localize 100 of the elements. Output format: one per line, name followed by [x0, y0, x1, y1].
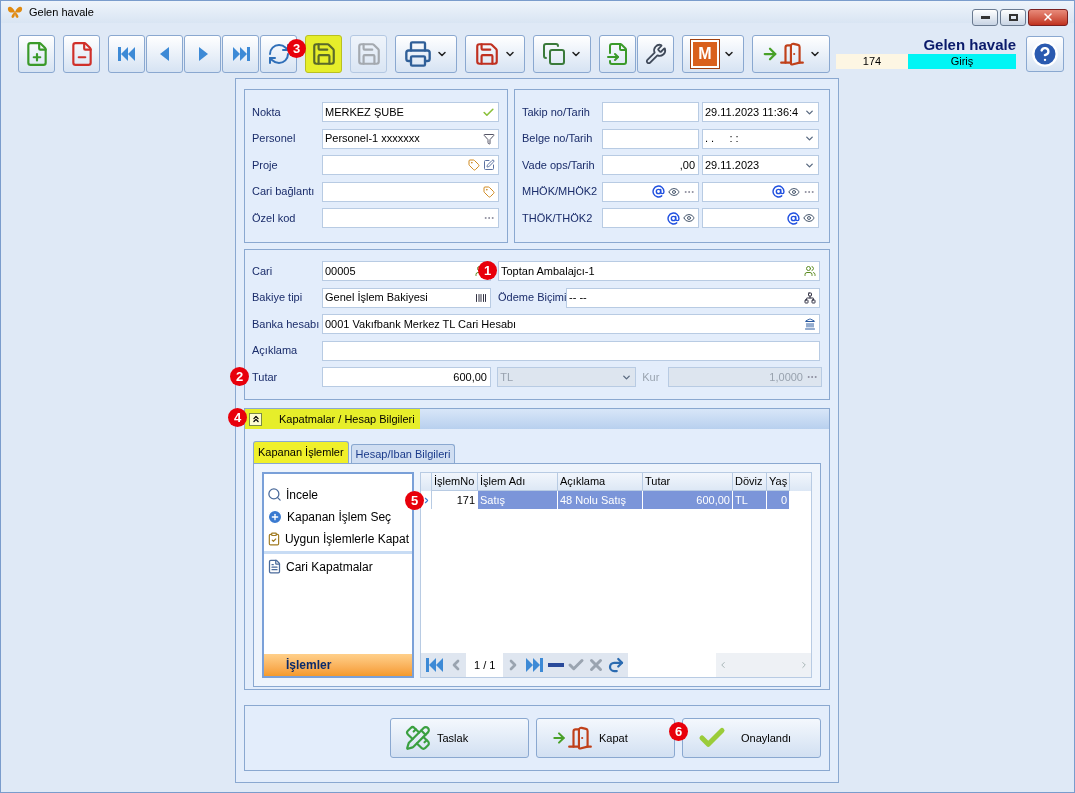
field-label: Cari: [252, 263, 274, 279]
help-button[interactable]: [1026, 36, 1064, 72]
action-item[interactable]: Kapanan İşlem Seç: [267, 507, 409, 526]
pdf-save-icon: [474, 41, 500, 67]
input-field[interactable]: Toptan Ambalajcı-1: [498, 261, 820, 281]
ruler-pencil-icon: [405, 725, 431, 751]
input-field[interactable]: Personel-1 xxxxxxx: [322, 128, 499, 149]
import-document-icon: [605, 42, 630, 66]
toolbar-button[interactable]: [63, 35, 100, 73]
exit-door-icon: [551, 725, 593, 751]
at-sign-icon: [652, 185, 665, 198]
input-field[interactable]: -- --: [566, 287, 820, 308]
help-icon: [1031, 40, 1059, 68]
input-field[interactable]: ,00: [602, 155, 699, 175]
field-label: Takip no/Tarih: [522, 104, 591, 120]
butterfly-icon: [7, 5, 23, 19]
input-field[interactable]: 0001 Vakıfbank Merkez TL Cari Hesabı: [322, 314, 820, 334]
scroll-right-icon: [799, 660, 809, 670]
input-field[interactable]: Genel İşlem Bakiyesi: [322, 287, 491, 308]
table-cell: 600,00: [643, 491, 733, 509]
logo-button[interactable]: M: [682, 35, 744, 73]
copy-icon: [542, 42, 566, 66]
table-cell: 48 Nolu Satış: [558, 491, 643, 509]
dropdown-caret-icon: [804, 133, 815, 144]
bank-icon: [804, 318, 816, 330]
callout-badge: 2: [230, 367, 249, 386]
input-field[interactable]: 29.11.2023 11:36:4: [702, 102, 819, 122]
print-icon: [404, 40, 432, 68]
toolbar-button[interactable]: [305, 35, 342, 73]
table-cell: 0: [767, 491, 790, 509]
first-record-icon: [115, 44, 138, 64]
barcode-icon: [475, 291, 487, 304]
tree-icon: [804, 291, 816, 304]
collapse-chevron-icon: [250, 414, 261, 424]
tab[interactable]: Kapanan İşlemler: [253, 441, 349, 463]
people-icon: [804, 265, 816, 277]
input-field[interactable]: 29.11.2023: [702, 155, 819, 175]
inspect-icon: [267, 487, 282, 502]
table-cell: TL: [733, 491, 767, 509]
toolbar-button[interactable]: [465, 35, 525, 73]
input-field[interactable]: [602, 208, 699, 228]
input-field[interactable]: [322, 181, 499, 202]
input-field[interactable]: [602, 181, 699, 202]
save-icon: [355, 41, 382, 67]
field-label: Nokta: [252, 104, 282, 120]
table-row[interactable]: 171 Satış 48 Nolu Satış 600,00 TL 0: [421, 491, 811, 509]
tag-icon: [468, 159, 480, 171]
input-field[interactable]: [322, 340, 820, 361]
tag-icon: [483, 185, 495, 198]
field-label: Proje: [252, 157, 279, 173]
close-button[interactable]: [1028, 8, 1068, 26]
edit-icon: [483, 159, 495, 171]
field-label: Banka hesabı: [252, 316, 321, 332]
field-label: Ödeme Biçimi: [498, 290, 566, 306]
clipboard-check-icon: [267, 530, 281, 547]
input-field[interactable]: [602, 128, 699, 149]
form-title: Gelen havale: [923, 36, 1016, 54]
group-header[interactable]: Kapatmalar / Hesap Bilgileri: [245, 409, 829, 429]
toolbar-button[interactable]: [533, 35, 591, 73]
tab[interactable]: Hesap/Iban Bilgileri: [350, 444, 456, 463]
wrench-icon: [644, 43, 667, 65]
callout-badge: 4: [228, 408, 247, 427]
action-button[interactable]: Taslak: [390, 718, 529, 758]
minus-icon: [548, 663, 565, 667]
action-item[interactable]: Cari Kapatmalar: [267, 557, 409, 576]
save-icon: [310, 41, 337, 67]
action-button[interactable]: Onaylandı: [682, 718, 821, 758]
refresh-icon: [266, 42, 291, 66]
input-field[interactable]: [322, 155, 499, 175]
eye-icon: [788, 185, 800, 198]
eye-icon: [803, 212, 815, 224]
add-circle-icon: [267, 508, 283, 525]
input-field[interactable]: [702, 208, 819, 228]
eye-icon: [668, 185, 680, 198]
field-label: Belge no/Tarih: [522, 131, 594, 147]
field-label: Personel: [252, 131, 297, 147]
record-number: 174: [836, 54, 908, 69]
toolbar-button[interactable]: [752, 35, 830, 73]
input-field[interactable]: MERKEZ ŞUBE: [322, 102, 499, 122]
toolbar-button[interactable]: [637, 35, 674, 73]
toolbar-button[interactable]: [395, 35, 457, 73]
input-field[interactable]: [322, 208, 499, 228]
field-label: Bakiye tipi: [252, 290, 304, 306]
input-field[interactable]: [702, 181, 819, 202]
actions-footer[interactable]: İşlemler: [264, 654, 412, 676]
action-item[interactable]: Uygun İşlemlerle Kapat: [267, 529, 409, 548]
scroll-left-icon: [718, 660, 728, 670]
filter-icon: [483, 132, 495, 145]
redo-icon: [607, 656, 626, 674]
horizontal-scrollbar[interactable]: [716, 653, 811, 677]
action-button[interactable]: Kapat: [536, 718, 675, 758]
minimize-button[interactable]: [972, 8, 998, 26]
maximize-button[interactable]: [1000, 8, 1026, 26]
input-field[interactable]: . . : :: [702, 128, 819, 149]
input-field[interactable]: [602, 102, 699, 122]
input-field[interactable]: 600,00: [322, 367, 491, 387]
last-record-icon: [523, 655, 546, 675]
page-indicator: 1 / 1: [466, 653, 504, 677]
field-label: Açıklama: [252, 343, 299, 359]
first-record-icon: [424, 655, 446, 675]
